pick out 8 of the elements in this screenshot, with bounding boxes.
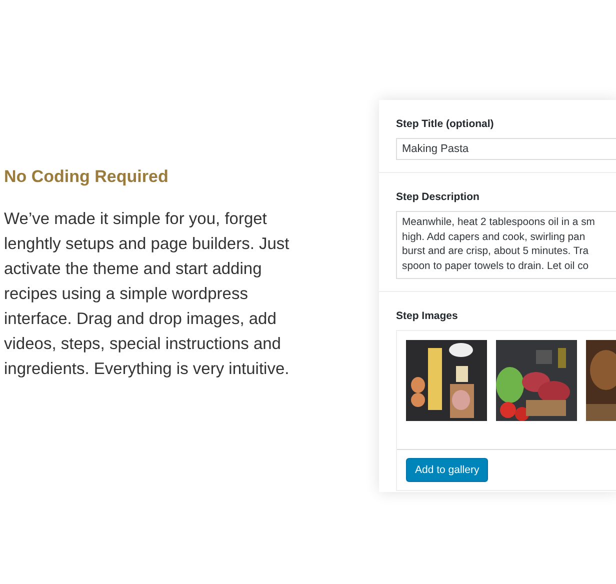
text-area[interactable]: Meanwhile, heat 2 tablespoons oil in a sm high. Add capers and cook, swirling pan burst and are crisp, about 5 minutes. Tra spoon to paper towels to drain. Let oil co [396,211,616,279]
feature-description: We’ve made it simple for you, forget lenghtly setups and page builders. Just activate the theme and start adding recipes using a simple wordpress interface. Drag and drop images, add videos, steps, special instructions and ingredients. Everything is very intuitive. [4,209,290,380]
field-label: Step Description [396,191,480,203]
input-field[interactable]: Making Pasta [396,138,616,160]
feature-heading: No Coding Required [4,166,170,188]
field-label: Step Images [396,310,459,322]
field-label: Step Title (optional) [396,118,495,130]
add-to-gallery-button[interactable]: Add to gallery [406,458,488,482]
